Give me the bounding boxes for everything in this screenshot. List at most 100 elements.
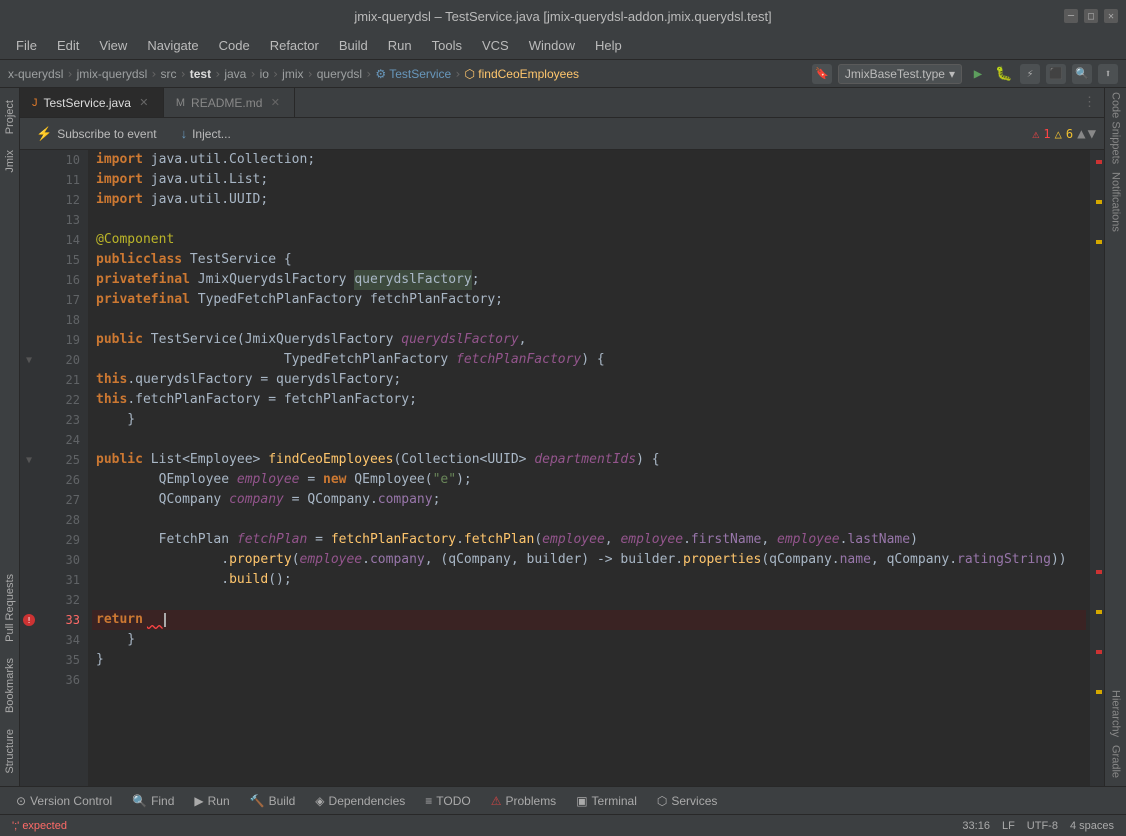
problems-button[interactable]: ⚠ Problems	[483, 792, 564, 810]
menu-code[interactable]: Code	[211, 36, 258, 55]
linenum-11: 11	[38, 170, 80, 190]
bookmark-button[interactable]: 🔖	[812, 64, 832, 84]
gutter-marker-error-1	[1096, 160, 1102, 164]
code-line-15: public class TestService {	[92, 250, 1086, 270]
tab-more-button[interactable]: ⋮	[1075, 88, 1104, 117]
fold-all-button[interactable]: ▲	[1077, 126, 1085, 142]
panel-project[interactable]: Project	[0, 92, 19, 142]
collapse-25-icon[interactable]: ▼	[26, 455, 32, 466]
status-right: 33:16 LF UTF-8 4 spaces	[962, 820, 1114, 832]
code-editor[interactable]: import java.util.Collection; import java…	[88, 150, 1090, 786]
menu-edit[interactable]: Edit	[49, 36, 87, 55]
panel-hierarchy[interactable]: Hierarchy	[1108, 686, 1124, 741]
file-encoding[interactable]: UTF-8	[1027, 820, 1058, 832]
breadcrumb-io[interactable]: io	[260, 67, 269, 81]
close-button[interactable]: ✕	[1104, 9, 1118, 23]
problems-icon: ⚠	[491, 794, 502, 808]
editor-toolbar: ⚡ Subscribe to event ↓ Inject... ⚠ 1 △ 6…	[20, 118, 1104, 150]
run-panel-button[interactable]: ▶ Run	[186, 792, 237, 810]
stop-button[interactable]: ⬛	[1046, 64, 1066, 84]
gutter-21	[20, 370, 38, 390]
run-config-dropdown[interactable]: JmixBaseTest.type ▾	[838, 64, 962, 84]
dependencies-button[interactable]: ◈ Dependencies	[307, 792, 413, 810]
panel-gradle[interactable]: Gradle	[1108, 741, 1124, 782]
gutter-28	[20, 510, 38, 530]
breadcrumb-bar: x-querydsl › jmix-querydsl › src › test …	[0, 60, 1126, 88]
coverage-button[interactable]: ⚡	[1020, 64, 1040, 84]
breadcrumb-jmix[interactable]: jmix	[282, 67, 303, 81]
md-file-icon: M	[176, 97, 185, 109]
indent-size[interactable]: 4 spaces	[1070, 820, 1114, 832]
status-bar: ';' expected 33:16 LF UTF-8 4 spaces	[0, 814, 1126, 836]
tab-testservice[interactable]: J TestService.java ✕	[20, 88, 164, 117]
menu-window[interactable]: Window	[521, 36, 583, 55]
gutter-26	[20, 470, 38, 490]
breadcrumb-java[interactable]: java	[224, 67, 246, 81]
settings-button[interactable]: ⬆	[1098, 64, 1118, 84]
left-sidebar-panels: Project Jmix Pull Requests Bookmarks Str…	[0, 88, 20, 786]
panel-structure[interactable]: Structure	[0, 721, 19, 782]
run-button[interactable]: ▶	[968, 64, 988, 84]
breadcrumb-querydsl[interactable]: x-querydsl	[8, 67, 63, 81]
breadcrumb-test[interactable]: test	[190, 67, 211, 81]
tab-testservice-close[interactable]: ✕	[137, 96, 151, 110]
services-button[interactable]: ⬡ Services	[649, 792, 726, 810]
code-line-24	[92, 430, 1086, 450]
subscribe-event-button[interactable]: ⚡ Subscribe to event	[28, 123, 165, 145]
code-line-21: this.querydslFactory = querydslFactory;	[92, 370, 1086, 390]
linenum-25: 25	[38, 450, 80, 470]
linenum-35: 35	[38, 650, 80, 670]
window-controls: ─ □ ✕	[1064, 9, 1118, 23]
menu-file[interactable]: File	[8, 36, 45, 55]
panel-pull-requests[interactable]: Pull Requests	[0, 566, 19, 650]
breadcrumb-src[interactable]: src	[161, 67, 177, 81]
debug-button[interactable]: 🐛	[994, 64, 1014, 84]
find-button[interactable]: 🔍 Find	[124, 792, 182, 810]
tab-readme[interactable]: M README.md ✕	[164, 88, 296, 117]
version-control-button[interactable]: ⊙ Version Control	[8, 792, 120, 810]
panel-code-snippets[interactable]: Code Snippets	[1108, 88, 1124, 168]
todo-button[interactable]: ≡ TODO	[417, 792, 478, 810]
gutter-14	[20, 230, 38, 250]
breadcrumb-jmix-querydsl[interactable]: jmix-querydsl	[77, 67, 148, 81]
maximize-button[interactable]: □	[1084, 9, 1098, 23]
linenum-29: 29	[38, 530, 80, 550]
breadcrumb-querydsl2[interactable]: querydsl	[317, 67, 362, 81]
panel-bookmarks[interactable]: Bookmarks	[0, 650, 19, 721]
code-line-33: return	[92, 610, 1086, 630]
breadcrumb-method[interactable]: ⬡ findCeoEmployees	[464, 67, 579, 81]
warning-count: 6	[1066, 127, 1073, 141]
cursor-position[interactable]: 33:16	[962, 820, 990, 832]
terminal-button[interactable]: ▣ Terminal	[568, 792, 645, 810]
linenum-34: 34	[38, 630, 80, 650]
menu-build[interactable]: Build	[331, 36, 376, 55]
collapse-20-icon[interactable]: ▼	[26, 355, 32, 366]
line-separator[interactable]: LF	[1002, 820, 1015, 832]
linenum-10: 10	[38, 150, 80, 170]
menu-vcs[interactable]: VCS	[474, 36, 517, 55]
tab-readme-close[interactable]: ✕	[268, 96, 282, 110]
minimize-button[interactable]: ─	[1064, 9, 1078, 23]
menu-run[interactable]: Run	[380, 36, 420, 55]
search-button[interactable]: 🔍	[1072, 64, 1092, 84]
menu-view[interactable]: View	[91, 36, 135, 55]
problems-label: Problems	[506, 794, 557, 808]
menu-navigate[interactable]: Navigate	[139, 36, 206, 55]
build-panel-button[interactable]: 🔨 Build	[242, 792, 304, 810]
panel-notifications[interactable]: Notifications	[1108, 168, 1124, 236]
unfold-all-button[interactable]: ▼	[1088, 126, 1096, 142]
menu-help[interactable]: Help	[587, 36, 630, 55]
editor-container: J TestService.java ✕ M README.md ✕ ⋮ ⚡ S…	[20, 88, 1104, 786]
linenum-20: 20	[38, 350, 80, 370]
right-gutter	[1090, 150, 1104, 786]
linenum-18: 18	[38, 310, 80, 330]
linenum-26: 26	[38, 470, 80, 490]
panel-jmix[interactable]: Jmix	[0, 142, 19, 181]
code-line-34: }	[92, 630, 1086, 650]
inject-button[interactable]: ↓ Inject...	[173, 123, 239, 144]
code-line-12: import java.util.UUID;	[92, 190, 1086, 210]
menu-tools[interactable]: Tools	[424, 36, 470, 55]
gutter-35	[20, 650, 38, 670]
menu-refactor[interactable]: Refactor	[262, 36, 327, 55]
breadcrumb-testservice[interactable]: ⚙ TestService	[375, 67, 451, 81]
